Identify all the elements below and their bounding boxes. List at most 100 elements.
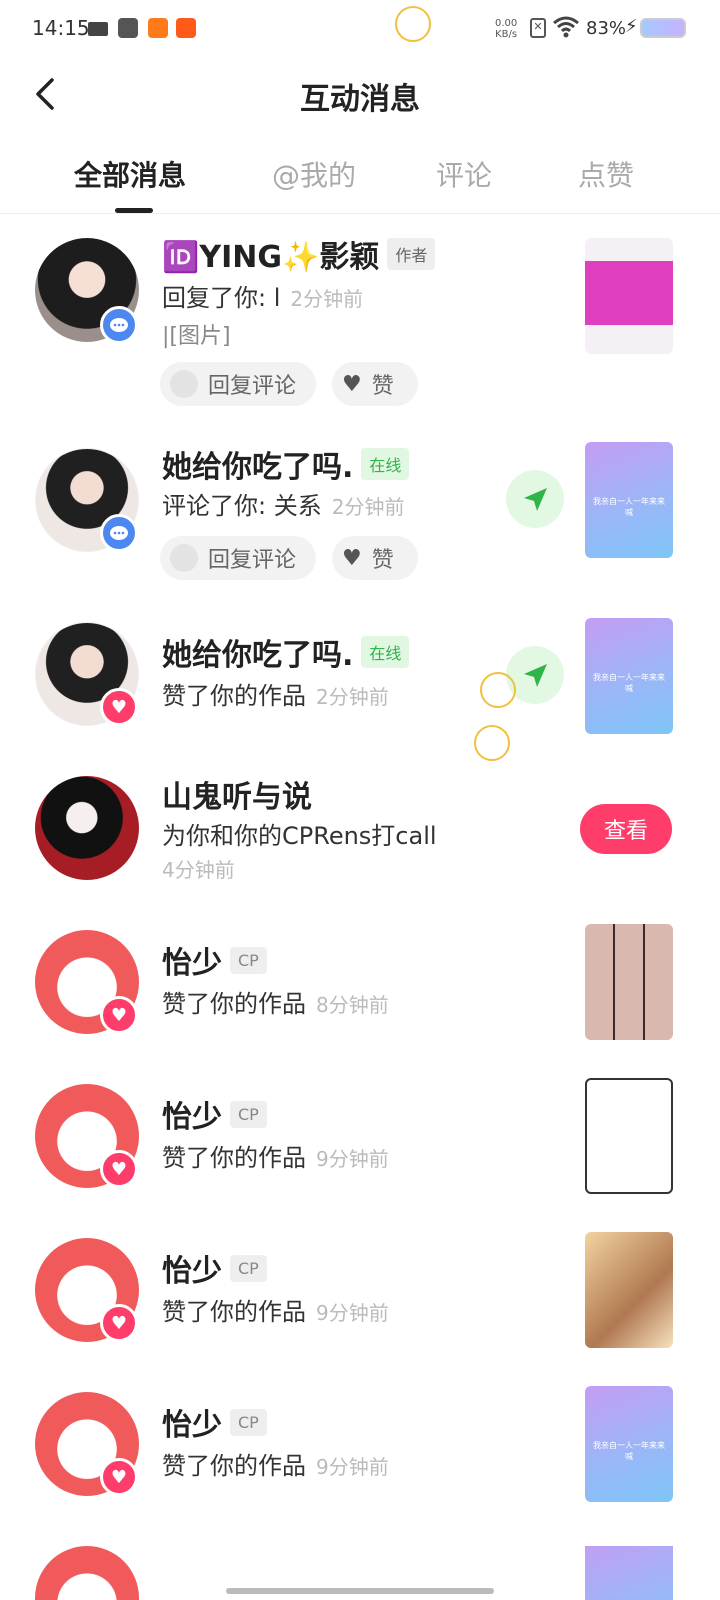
message-content: 评论了你: 关系 xyxy=(162,492,322,520)
sender-name[interactable]: 怡少 xyxy=(162,1092,222,1136)
message-time: 9分钟前 xyxy=(316,1147,389,1171)
sender-name[interactable]: 山鬼听与说 xyxy=(162,772,312,816)
message-time: 9分钟前 xyxy=(316,1455,389,1479)
message-text: 评论了你: 关系 2分钟前 xyxy=(162,486,404,521)
sender-name-line: 🆔YING✨影颖 作者 xyxy=(162,232,436,276)
kuaishou-icon xyxy=(148,18,168,38)
post-thumbnail[interactable] xyxy=(585,1546,673,1600)
post-thumbnail[interactable] xyxy=(585,1078,673,1194)
like-label: 赞 xyxy=(371,548,394,573)
sender-name[interactable]: 她给你吃了吗. xyxy=(162,442,353,486)
reply-label: 回复评论 xyxy=(208,374,297,399)
sender-name[interactable]: 怡少 xyxy=(162,938,222,982)
tab-active-indicator xyxy=(115,208,153,213)
like-badge-icon: ♥ xyxy=(100,688,138,726)
header: 互动消息 xyxy=(0,60,720,130)
message-text: 赞了你的作品 9分钟前 xyxy=(162,1446,389,1481)
message-time: 2分钟前 xyxy=(331,495,405,519)
message-content: 赞了你的作品 xyxy=(162,1144,306,1172)
heart-icon: ♥ xyxy=(342,371,362,397)
thumbnail-text: 我亲自一人一年来来喊 xyxy=(593,1441,665,1461)
thumbnail-text: 我亲自一人一年来来喊 xyxy=(593,497,665,517)
touch-indicator xyxy=(395,6,431,42)
view-button[interactable]: 查看 xyxy=(580,804,672,854)
touch-indicator xyxy=(480,672,516,708)
like-button[interactable]: ♥ 赞 xyxy=(332,362,418,406)
charging-icon: ⚡ xyxy=(625,16,638,37)
heart-icon: ♥ xyxy=(342,545,362,571)
send-icon[interactable] xyxy=(506,470,564,528)
message-text: 为你和你的CPRens打call xyxy=(162,822,437,850)
sender-name-line: 她给你吃了吗. 在线 xyxy=(162,630,410,674)
post-thumbnail[interactable] xyxy=(585,1232,673,1348)
message-content: 赞了你的作品 xyxy=(162,990,306,1018)
avatar[interactable] xyxy=(35,1546,139,1600)
status-time: 14:15 xyxy=(32,16,90,40)
message-content: 赞了你的作品 xyxy=(162,682,306,710)
reply-label: 回复评论 xyxy=(208,548,297,573)
post-thumbnail[interactable] xyxy=(585,924,673,1040)
post-thumbnail[interactable] xyxy=(585,238,673,354)
like-badge-icon: ♥ xyxy=(100,1150,138,1188)
message-text: 回复了你: l 2分钟前 xyxy=(162,278,363,313)
message-content: 回复了你: l xyxy=(162,284,281,312)
sender-name-line: 她给你吃了吗. 在线 xyxy=(162,442,410,486)
message-time: 9分钟前 xyxy=(316,1301,389,1325)
quoted-content: |[图片] xyxy=(162,324,231,349)
video-icon xyxy=(88,22,108,36)
tab-bar: 全部消息 @我的 评论 点赞 xyxy=(0,150,720,214)
message-time: 8分钟前 xyxy=(316,993,389,1017)
tab-likes[interactable]: 点赞 xyxy=(578,154,634,194)
message-text: 赞了你的作品 2分钟前 xyxy=(162,676,389,711)
like-badge-icon: ♥ xyxy=(100,1458,138,1496)
wifi-icon xyxy=(553,16,579,38)
tab-comments[interactable]: 评论 xyxy=(436,154,492,194)
post-thumbnail[interactable]: 我亲自一人一年来来喊 xyxy=(585,618,673,734)
message-text: 赞了你的作品 9分钟前 xyxy=(162,1292,389,1327)
app-notification-icon xyxy=(118,18,138,38)
sender-name[interactable]: 怡少 xyxy=(162,1246,222,1290)
battery-icon xyxy=(640,18,686,38)
avatar[interactable] xyxy=(35,776,139,880)
author-tag: 作者 xyxy=(387,238,436,270)
battery-percent: 83% xyxy=(586,18,627,39)
reply-comment-button[interactable]: 回复评论 xyxy=(160,362,316,406)
network-speed: 0.00 KB/s xyxy=(495,18,517,40)
sender-name[interactable]: 🆔YING✨影颖 xyxy=(162,232,379,276)
sender-name-line: 怡少 CP xyxy=(162,1092,267,1136)
thumbnail-text: 我亲自一人一年来来喊 xyxy=(593,673,665,693)
sender-name[interactable]: 怡少 xyxy=(162,1400,222,1444)
like-badge-icon: ♥ xyxy=(100,996,138,1034)
cp-tag: CP xyxy=(230,946,267,974)
message-content: 赞了你的作品 xyxy=(162,1452,306,1480)
tab-all[interactable]: 全部消息 xyxy=(74,154,186,194)
message-text: 赞了你的作品 8分钟前 xyxy=(162,984,389,1019)
message-text: 赞了你的作品 9分钟前 xyxy=(162,1138,389,1173)
message-content: 赞了你的作品 xyxy=(162,1298,306,1326)
sender-name-line: 怡少 CP xyxy=(162,1246,267,1290)
sender-name-line: 怡少 CP xyxy=(162,1400,267,1444)
cp-tag: CP xyxy=(230,1254,267,1282)
post-thumbnail[interactable]: 我亲自一人一年来来喊 xyxy=(585,1386,673,1502)
sender-name-line: 怡少 CP xyxy=(162,938,267,982)
sender-name[interactable]: 她给你吃了吗. xyxy=(162,630,353,674)
net-speed-unit: KB/s xyxy=(495,29,518,40)
comment-badge-icon xyxy=(100,306,138,344)
tab-mentions[interactable]: @我的 xyxy=(272,154,356,194)
sender-name-line: 山鬼听与说 xyxy=(162,772,312,816)
cp-tag: CP xyxy=(230,1408,267,1436)
reply-comment-button[interactable]: 回复评论 xyxy=(160,536,316,580)
home-indicator[interactable] xyxy=(226,1588,494,1594)
user-placeholder-icon xyxy=(170,370,198,398)
like-button[interactable]: ♥ 赞 xyxy=(332,536,418,580)
page-title: 互动消息 xyxy=(300,82,420,117)
comment-badge-icon xyxy=(100,514,138,552)
status-bar: 14:15 0.00 KB/s ✕ 83% ⚡ xyxy=(0,0,720,56)
message-time: 2分钟前 xyxy=(290,287,364,311)
post-thumbnail[interactable]: 我亲自一人一年来来喊 xyxy=(585,442,673,558)
touch-indicator xyxy=(474,725,510,761)
cp-tag: CP xyxy=(230,1100,267,1128)
message-time: 2分钟前 xyxy=(316,685,389,709)
like-badge-icon: ♥ xyxy=(100,1304,138,1342)
online-tag: 在线 xyxy=(361,448,410,480)
